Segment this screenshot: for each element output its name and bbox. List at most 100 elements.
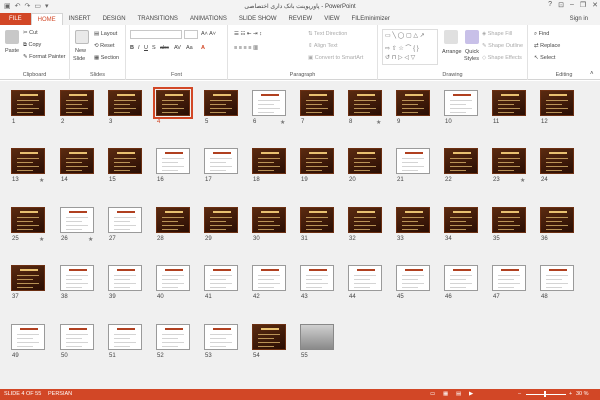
zoom-level[interactable]: 30 %	[576, 391, 589, 397]
slide-thumbnail[interactable]	[444, 148, 478, 174]
slide-thumbnail[interactable]	[156, 148, 190, 174]
slide-thumbnail[interactable]	[444, 265, 478, 291]
paste-icon[interactable]	[5, 30, 19, 44]
slide-thumbnail[interactable]	[300, 324, 334, 350]
tab-slide-show[interactable]: SLIDE SHOW	[233, 13, 283, 25]
change-case-icon[interactable]: Aa	[186, 45, 193, 51]
slide-thumbnail[interactable]	[156, 324, 190, 350]
format-painter-button[interactable]: ✎ Format Painter	[23, 54, 66, 60]
slide-thumbnail[interactable]	[300, 148, 334, 174]
tab-design[interactable]: DESIGN	[97, 13, 132, 25]
section-button[interactable]: ▦ Section	[94, 55, 119, 61]
layout-button[interactable]: ▤ Layout	[94, 31, 117, 37]
new-slide-icon[interactable]	[75, 30, 89, 44]
slide-thumbnail[interactable]	[348, 207, 382, 233]
sign-in-link[interactable]: Sign in	[570, 13, 588, 25]
zoom-slider[interactable]	[526, 394, 566, 395]
font-name-select[interactable]	[130, 30, 182, 39]
tab-file[interactable]: FILE	[0, 13, 31, 25]
slide-thumbnail[interactable]	[492, 90, 526, 116]
slide-thumbnail[interactable]	[108, 324, 142, 350]
slide-thumbnail[interactable]	[300, 265, 334, 291]
slide-thumbnail[interactable]	[300, 90, 334, 116]
convert-smartart-button[interactable]: ▣ Convert to SmartArt	[308, 55, 363, 61]
align-icons[interactable]: ≡ ≡ ≡ ≡ ▥	[234, 45, 258, 51]
slide-thumbnail[interactable]	[540, 207, 574, 233]
slide-thumbnail[interactable]	[204, 207, 238, 233]
arrange-button[interactable]: Arrange	[442, 49, 462, 55]
quick-styles-button[interactable]: Quick	[465, 49, 479, 55]
help-icon[interactable]: ?	[548, 1, 552, 9]
slide-thumbnail[interactable]	[11, 207, 45, 233]
shape-effects-button[interactable]: ◇ Shape Effects	[482, 55, 522, 61]
copy-button[interactable]: ⧉ Copy	[23, 42, 41, 49]
reading-view-icon[interactable]: ▤	[456, 391, 461, 397]
slide-thumbnail[interactable]	[60, 324, 94, 350]
slide-sorter-icon[interactable]: ▦	[443, 391, 448, 397]
slide-thumbnail[interactable]	[108, 265, 142, 291]
paste-button[interactable]: Paste	[5, 48, 19, 54]
close-icon[interactable]: ✕	[592, 1, 598, 9]
arrange-icon[interactable]	[444, 30, 458, 44]
slide-thumbnail[interactable]	[348, 90, 382, 116]
tab-fileminimizer[interactable]: FILEminimizer	[346, 13, 396, 25]
slideshow-icon[interactable]: ▶	[469, 391, 473, 397]
slide-thumbnail[interactable]	[444, 207, 478, 233]
slide-thumbnail[interactable]	[11, 148, 45, 174]
strikethrough-icon[interactable]: abc	[160, 45, 169, 51]
shadow-icon[interactable]: S	[152, 45, 156, 51]
slide-thumbnail[interactable]	[60, 90, 94, 116]
tab-view[interactable]: VIEW	[318, 13, 345, 25]
slide-thumbnail[interactable]	[492, 265, 526, 291]
zoom-slider-handle[interactable]	[544, 391, 546, 397]
new-slide-button-line2[interactable]: Slide	[73, 56, 85, 62]
transition-star-icon[interactable]: ★	[520, 177, 525, 184]
slide-thumbnail[interactable]	[348, 148, 382, 174]
slide-thumbnail[interactable]	[252, 148, 286, 174]
tab-animations[interactable]: ANIMATIONS	[184, 13, 233, 25]
tab-transitions[interactable]: TRANSITIONS	[132, 13, 184, 25]
tab-review[interactable]: REVIEW	[283, 13, 319, 25]
shape-outline-button[interactable]: ✎ Shape Outline	[482, 43, 523, 49]
bold-icon[interactable]: B	[130, 45, 134, 51]
zoom-out-icon[interactable]: –	[518, 391, 521, 397]
grow-shrink-font-icon[interactable]: A˄ A˅	[201, 31, 216, 37]
slide-thumbnail[interactable]	[540, 265, 574, 291]
slide-thumbnail[interactable]	[204, 90, 238, 116]
language-indicator[interactable]: PERSIAN	[48, 391, 72, 397]
slide-thumbnail[interactable]	[540, 148, 574, 174]
slide-thumbnail[interactable]	[396, 265, 430, 291]
transition-star-icon[interactable]: ★	[39, 236, 44, 243]
slide-thumbnail[interactable]	[108, 148, 142, 174]
slide-thumbnail[interactable]	[108, 90, 142, 116]
shapes-icons[interactable]: ▭ ╲ ◯ ▢ △ ↗	[385, 32, 425, 39]
slide-thumbnail[interactable]	[204, 265, 238, 291]
font-color-icon[interactable]: A	[201, 45, 205, 51]
slide-thumbnail[interactable]	[11, 90, 45, 116]
reset-button[interactable]: ⟲ Reset	[94, 43, 115, 49]
slide-thumbnail[interactable]	[11, 324, 45, 350]
slide-thumbnail[interactable]	[11, 265, 45, 291]
slide-thumbnail[interactable]	[252, 90, 286, 116]
transition-star-icon[interactable]: ★	[280, 119, 285, 126]
slide-thumbnail[interactable]	[396, 148, 430, 174]
slide-thumbnail[interactable]	[204, 324, 238, 350]
normal-view-icon[interactable]: ▭	[430, 391, 435, 397]
slide-thumbnail[interactable]	[108, 207, 142, 233]
select-button[interactable]: ↖ Select	[534, 55, 555, 61]
slide-thumbnail[interactable]	[444, 90, 478, 116]
slide-thumbnail[interactable]	[396, 207, 430, 233]
slide-thumbnail[interactable]	[540, 90, 574, 116]
transition-star-icon[interactable]: ★	[39, 177, 44, 184]
cut-button[interactable]: ✂ Cut	[23, 30, 38, 36]
text-direction-button[interactable]: ⇅ Text Direction	[308, 31, 347, 37]
slide-thumbnail[interactable]	[60, 265, 94, 291]
shapes-icons-row3[interactable]: ↺ ⊓ ▷ ◁ ▽	[385, 54, 415, 61]
slide-thumbnail[interactable]	[252, 324, 286, 350]
quick-styles-button-line2[interactable]: Styles	[464, 56, 479, 62]
restore-icon[interactable]: ❐	[580, 1, 586, 9]
find-button[interactable]: ⌕ Find	[534, 31, 549, 38]
slide-thumbnail[interactable]	[60, 148, 94, 174]
shapes-icons-row2[interactable]: ⇨ ⇧ ☆ ⌒ { }	[385, 43, 419, 52]
slide-thumbnail[interactable]	[396, 90, 430, 116]
